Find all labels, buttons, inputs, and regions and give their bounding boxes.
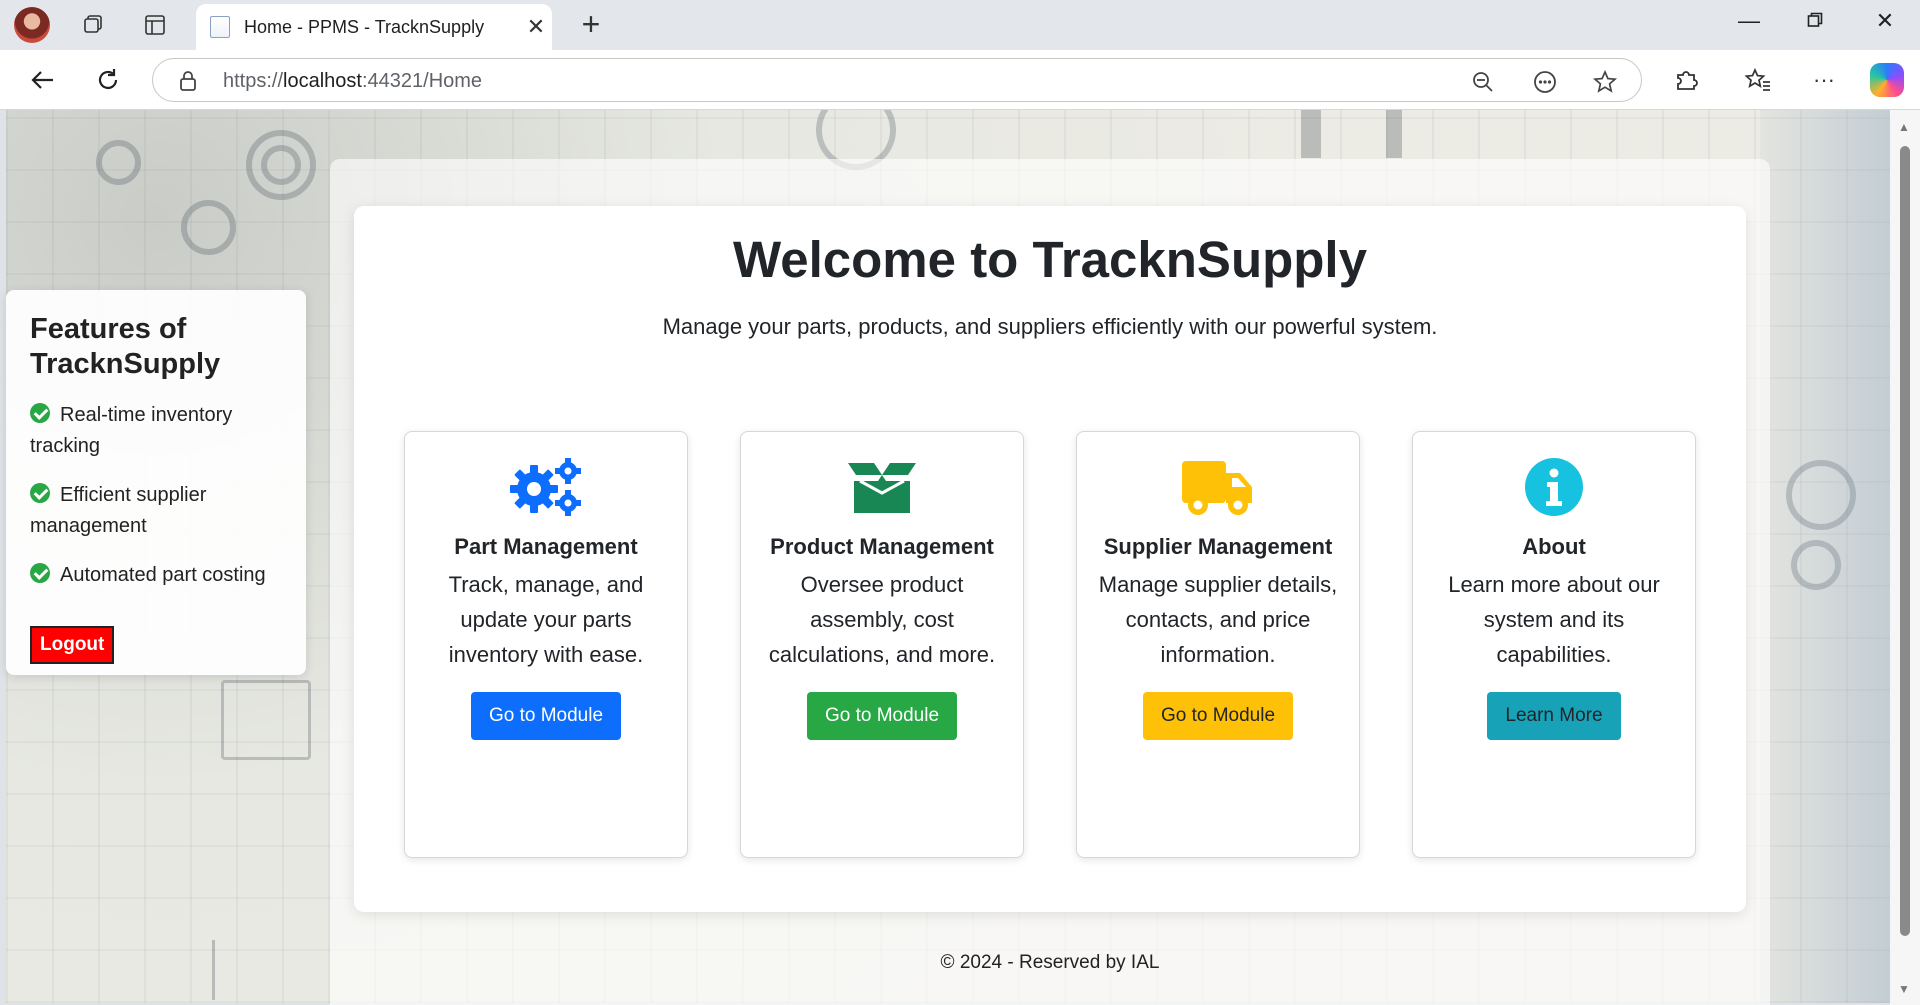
workspaces-icon[interactable] [76, 8, 110, 42]
url-host: localhost [283, 70, 362, 92]
lock-icon[interactable] [179, 70, 197, 97]
back-icon[interactable] [24, 62, 60, 98]
page-footer: © 2024 - Reserved by IAL [940, 952, 1160, 973]
features-sidebar: Features of TracknSupply Real-time inven… [6, 290, 306, 675]
feature-label: Real-time inventory tracking [30, 404, 233, 457]
check-circle-icon [30, 563, 50, 583]
logout-button[interactable]: Logout [30, 626, 115, 664]
background-chip-decoration [221, 680, 311, 760]
module-card-supplier-management: Supplier Management Manage supplier deta… [1076, 431, 1360, 858]
check-circle-icon [30, 483, 50, 503]
tab-title: Home - PPMS - TracknSupply [244, 16, 485, 37]
new-tab-icon[interactable]: + [572, 6, 610, 43]
go-to-module-button[interactable]: Go to Module [806, 692, 958, 740]
background-blue-wash [1760, 110, 1890, 1003]
read-aloud-icon[interactable] [1531, 68, 1559, 96]
truck-icon [1095, 454, 1341, 520]
module-card-product-management: Product Management Oversee product assem… [740, 431, 1024, 858]
url-field[interactable]: https://localhost:44321/Home [152, 58, 1642, 102]
card-title: About [1522, 534, 1586, 559]
page-title: Welcome to TracknSupply [733, 231, 1367, 288]
scroll-up-icon[interactable]: ▲ [1898, 120, 1910, 134]
feature-item: Efficient supplier management [30, 480, 282, 542]
restore-icon[interactable] [1792, 8, 1838, 34]
feature-label: Efficient supplier management [30, 484, 207, 537]
gears-icon [423, 454, 669, 520]
card-description: Manage supplier details, contacts, and p… [1098, 572, 1338, 667]
url-path: :44321/Home [361, 70, 483, 92]
page-subtitle: Manage your parts, products, and supplie… [662, 314, 1438, 339]
card-title: Supplier Management [1103, 534, 1333, 559]
url-scheme: https:// [223, 70, 284, 92]
card-description: Learn more about our system and its capa… [1448, 572, 1660, 667]
feature-item: Real-time inventory tracking [30, 400, 282, 462]
vertical-tabs-icon[interactable] [138, 8, 172, 42]
page-favicon-icon [210, 16, 230, 38]
zoom-out-icon[interactable] [1469, 68, 1497, 96]
url-text[interactable]: https://localhost:44321/Home [223, 70, 482, 93]
browser-tab-bar: Home - PPMS - TracknSupply ✕ + — ✕ [0, 0, 1920, 50]
feature-label: Automated part costing [60, 564, 266, 586]
close-window-icon[interactable]: ✕ [1862, 8, 1908, 34]
sidebar-title: Features of TracknSupply [30, 313, 221, 380]
learn-more-button[interactable]: Learn More [1487, 692, 1621, 740]
background-pin-decoration [212, 940, 215, 1000]
go-to-module-button[interactable]: Go to Module [1142, 692, 1294, 740]
profile-avatar[interactable] [14, 7, 50, 43]
card-title: Part Management [454, 534, 638, 559]
tab-home[interactable]: Home - PPMS - TracknSupply ✕ [196, 4, 552, 50]
info-icon [1431, 454, 1677, 520]
background-gear-decoration [96, 140, 141, 185]
favorite-star-icon[interactable] [1591, 68, 1619, 96]
address-bar-row: https://localhost:44321/Home ··· [0, 50, 1920, 110]
extensions-icon[interactable] [1668, 62, 1704, 98]
check-circle-icon [30, 403, 50, 423]
page-scrollbar[interactable]: ▲ ▼ [1890, 110, 1920, 1005]
background-component-decoration [1386, 110, 1402, 158]
module-card-part-management: Part Management Track, manage, and updat… [404, 431, 688, 858]
minimize-icon[interactable]: — [1726, 8, 1772, 34]
scroll-down-icon[interactable]: ▼ [1898, 982, 1910, 996]
background-gear-decoration [261, 145, 301, 185]
more-options-icon[interactable]: ··· [1806, 62, 1842, 98]
feature-item: Automated part costing [30, 560, 282, 591]
box-open-icon [759, 454, 1005, 520]
favorites-icon[interactable] [1740, 62, 1776, 98]
copilot-icon[interactable] [1870, 63, 1904, 97]
background-gear-decoration [181, 200, 236, 255]
background-component-decoration [1301, 110, 1321, 158]
module-card-about: About Learn more about our system and it… [1412, 431, 1696, 858]
welcome-panel: Welcome to TracknSupply Manage your part… [354, 206, 1746, 912]
refresh-icon[interactable] [90, 62, 126, 98]
card-description: Track, manage, and update your parts inv… [448, 572, 644, 667]
close-tab-icon[interactable]: ✕ [520, 14, 552, 40]
card-title: Product Management [770, 534, 994, 559]
scrollbar-thumb[interactable] [1900, 146, 1910, 936]
card-description: Oversee product assembly, cost calculati… [768, 572, 996, 667]
go-to-module-button[interactable]: Go to Module [470, 692, 622, 740]
